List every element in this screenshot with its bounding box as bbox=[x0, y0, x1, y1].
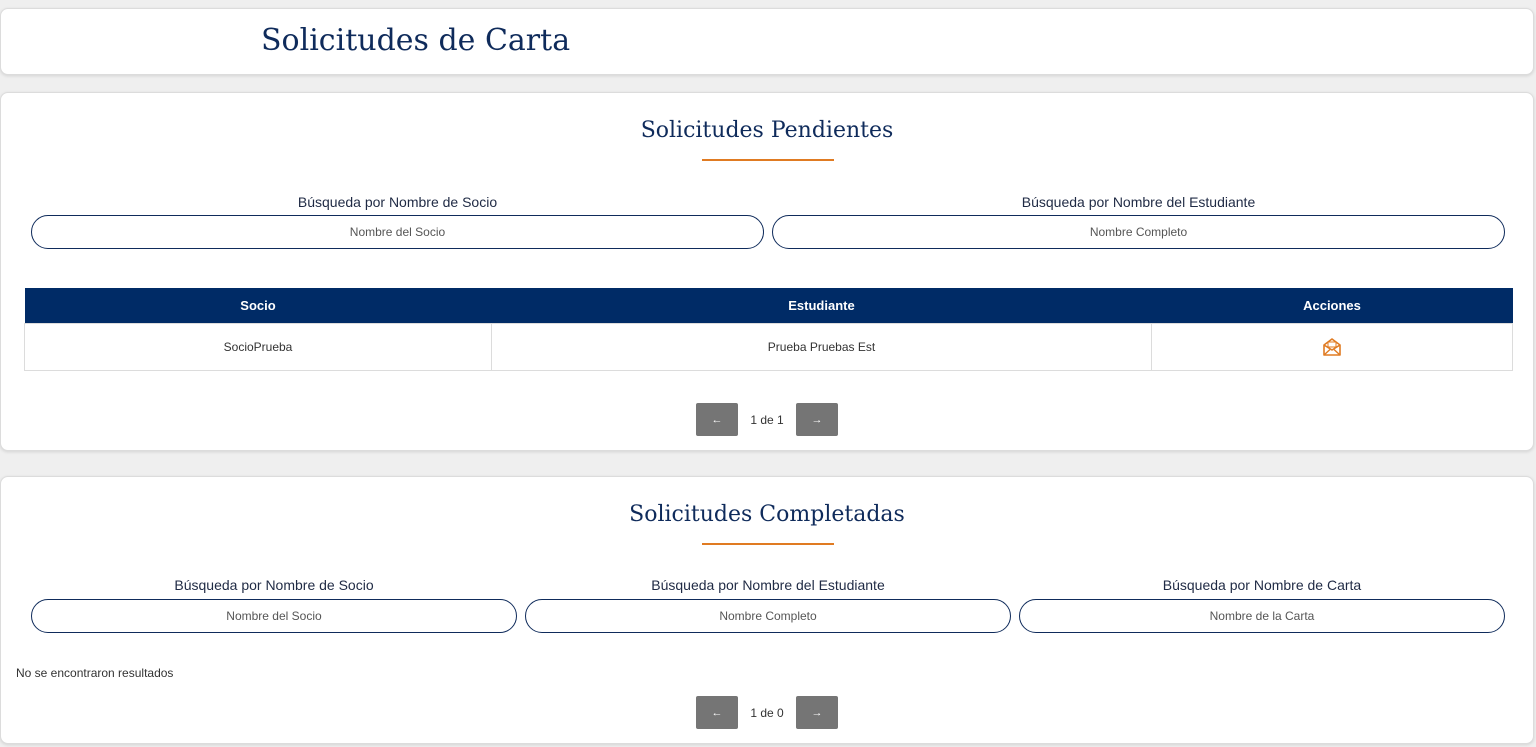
cell-socio: SocioPrueba bbox=[24, 323, 492, 371]
arrow-left-icon: ← bbox=[711, 706, 723, 719]
completed-prev-page-button[interactable]: ← bbox=[696, 696, 738, 729]
completed-requests-section: Solicitudes Completadas Búsqueda por Nom… bbox=[0, 476, 1534, 744]
pending-search-socio-input[interactable] bbox=[31, 215, 764, 249]
header-card: Solicitudes de Carta bbox=[0, 8, 1534, 75]
completed-search-carta-label: Búsqueda por Nombre de Carta bbox=[1162, 577, 1362, 593]
column-header-socio: Socio bbox=[24, 288, 492, 324]
cell-acciones bbox=[1151, 323, 1513, 371]
arrow-right-icon: → bbox=[811, 413, 823, 426]
pending-title-underline bbox=[702, 159, 834, 161]
pending-search-socio-label: Búsqueda por Nombre de Socio bbox=[297, 194, 498, 210]
cell-estudiante: Prueba Pruebas Est bbox=[491, 323, 1152, 371]
column-header-estudiante: Estudiante bbox=[491, 288, 1152, 324]
column-header-acciones: Acciones bbox=[1151, 288, 1513, 324]
completed-page-indicator: 1 de 0 bbox=[750, 706, 784, 720]
completed-next-page-button[interactable]: → bbox=[796, 696, 838, 729]
completed-section-title: Solicitudes Completadas bbox=[629, 502, 905, 527]
pending-section-title: Solicitudes Pendientes bbox=[640, 118, 894, 143]
completed-search-estudiante-label: Búsqueda por Nombre del Estudiante bbox=[651, 577, 885, 593]
pending-search-estudiante-label: Búsqueda por Nombre del Estudiante bbox=[1021, 194, 1256, 210]
no-results-message: No se encontraron resultados bbox=[16, 666, 174, 680]
table-header-row: Socio Estudiante Acciones bbox=[24, 288, 1513, 324]
completed-title-underline bbox=[702, 543, 834, 545]
completed-search-carta-input[interactable] bbox=[1019, 599, 1505, 633]
table-row: SocioPrueba Prueba Pruebas Est bbox=[24, 323, 1513, 371]
arrow-left-icon: ← bbox=[711, 413, 723, 426]
completed-search-socio-label: Búsqueda por Nombre de Socio bbox=[174, 577, 374, 593]
open-envelope-icon[interactable] bbox=[1322, 337, 1342, 357]
pending-table: Socio Estudiante Acciones SocioPrueba Pr… bbox=[24, 288, 1513, 371]
pending-prev-page-button[interactable]: ← bbox=[696, 403, 738, 436]
page-title: Solicitudes de Carta bbox=[261, 23, 571, 58]
completed-search-estudiante-input[interactable] bbox=[525, 599, 1011, 633]
pending-search-estudiante-input[interactable] bbox=[772, 215, 1505, 249]
pending-requests-section: Solicitudes Pendientes Búsqueda por Nomb… bbox=[0, 92, 1534, 451]
completed-search-socio-input[interactable] bbox=[31, 599, 517, 633]
pending-page-indicator: 1 de 1 bbox=[750, 413, 784, 427]
arrow-right-icon: → bbox=[811, 706, 823, 719]
pending-next-page-button[interactable]: → bbox=[796, 403, 838, 436]
